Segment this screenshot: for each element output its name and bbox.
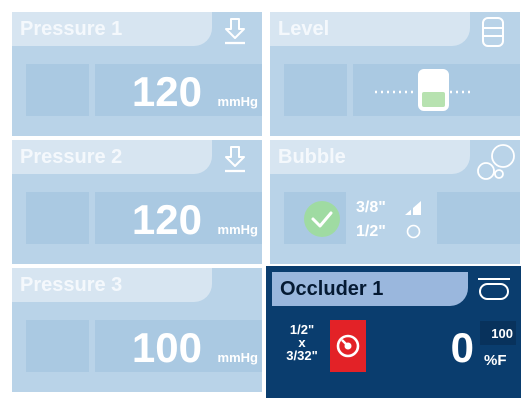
pressure-3-header: Pressure 3 xyxy=(12,268,212,302)
occluder-1-title: Occluder 1 xyxy=(280,278,384,300)
pressure-2-value-box: 120 mmHg xyxy=(95,192,262,244)
occluder-tube-size: 1/2" x 3/32" xyxy=(282,320,322,374)
pressure-3-value-box: 100 mmHg xyxy=(95,320,262,372)
occluder-1-panel[interactable]: Occluder 1 1/2" x 3/32" 0 100 %F xyxy=(266,266,521,398)
bubble-sensor-sizes: 3/8" 1/2" xyxy=(352,192,432,244)
occluder-1-header: Occluder 1 xyxy=(272,272,468,306)
pressure-3-value: 100 xyxy=(131,324,202,371)
pressure-1-left-box xyxy=(26,64,89,116)
pressure-3-unit: mmHg xyxy=(217,350,258,365)
pressure-2-left-box xyxy=(26,192,89,244)
pressure-1-value: 120 xyxy=(131,68,202,115)
bubble-title: Bubble xyxy=(278,146,346,168)
occluder-setpoint: 100 xyxy=(491,326,513,341)
occluder-alarm-icon xyxy=(336,334,360,358)
pressure-2-unit: mmHg xyxy=(217,222,258,237)
pressure-3-title: Pressure 3 xyxy=(20,274,123,296)
pressure-1-header: Pressure 1 xyxy=(12,12,212,46)
pressure-2-value: 120 xyxy=(131,196,202,243)
occluder-value-box: 0 xyxy=(378,322,478,372)
occluder-alert-button[interactable] xyxy=(330,320,366,372)
bubble-size-2: 1/2" xyxy=(356,223,386,240)
download-arrow-icon xyxy=(225,18,245,45)
tube-size-bottom: 3/32" xyxy=(286,348,318,363)
pressure-3-panel[interactable]: Pressure 3 100 mmHg xyxy=(12,268,262,392)
occluder-icon xyxy=(478,278,510,300)
pressure-3-left-box xyxy=(26,320,89,372)
bubble-indicator-icon xyxy=(406,224,421,239)
signal-strength-icon xyxy=(405,201,421,216)
level-panel[interactable]: Level xyxy=(270,12,520,136)
level-indicator-box xyxy=(353,64,520,116)
bubble-size-1: 3/8" xyxy=(356,199,386,216)
pressure-1-panel[interactable]: Pressure 1 120 mmHg xyxy=(12,12,262,136)
level-container-icon xyxy=(482,17,504,47)
check-circle-icon xyxy=(304,201,340,237)
pressure-1-value-box: 120 mmHg xyxy=(95,64,262,116)
level-header: Level xyxy=(270,12,470,46)
level-left-box xyxy=(284,64,347,116)
level-gauge-icon xyxy=(375,69,473,111)
pressure-2-header: Pressure 2 xyxy=(12,140,212,174)
pressure-1-unit: mmHg xyxy=(217,94,258,109)
bubble-panel[interactable]: Bubble 3/8" 1/2" xyxy=(270,140,520,264)
occluder-setpoint-box: 100 xyxy=(480,321,516,345)
bubble-header: Bubble xyxy=(270,140,470,174)
occluder-value: 0 xyxy=(450,324,474,371)
pressure-1-title: Pressure 1 xyxy=(20,18,123,40)
bubble-right-box xyxy=(437,192,520,244)
pressure-2-panel[interactable]: Pressure 2 120 mmHg xyxy=(12,140,262,264)
bubble-status-box xyxy=(284,192,346,244)
pressure-2-title: Pressure 2 xyxy=(20,146,123,168)
level-title: Level xyxy=(278,18,330,40)
occluder-unit: %F xyxy=(484,352,507,369)
download-arrow-icon xyxy=(225,146,245,173)
bubbles-icon xyxy=(477,144,515,180)
